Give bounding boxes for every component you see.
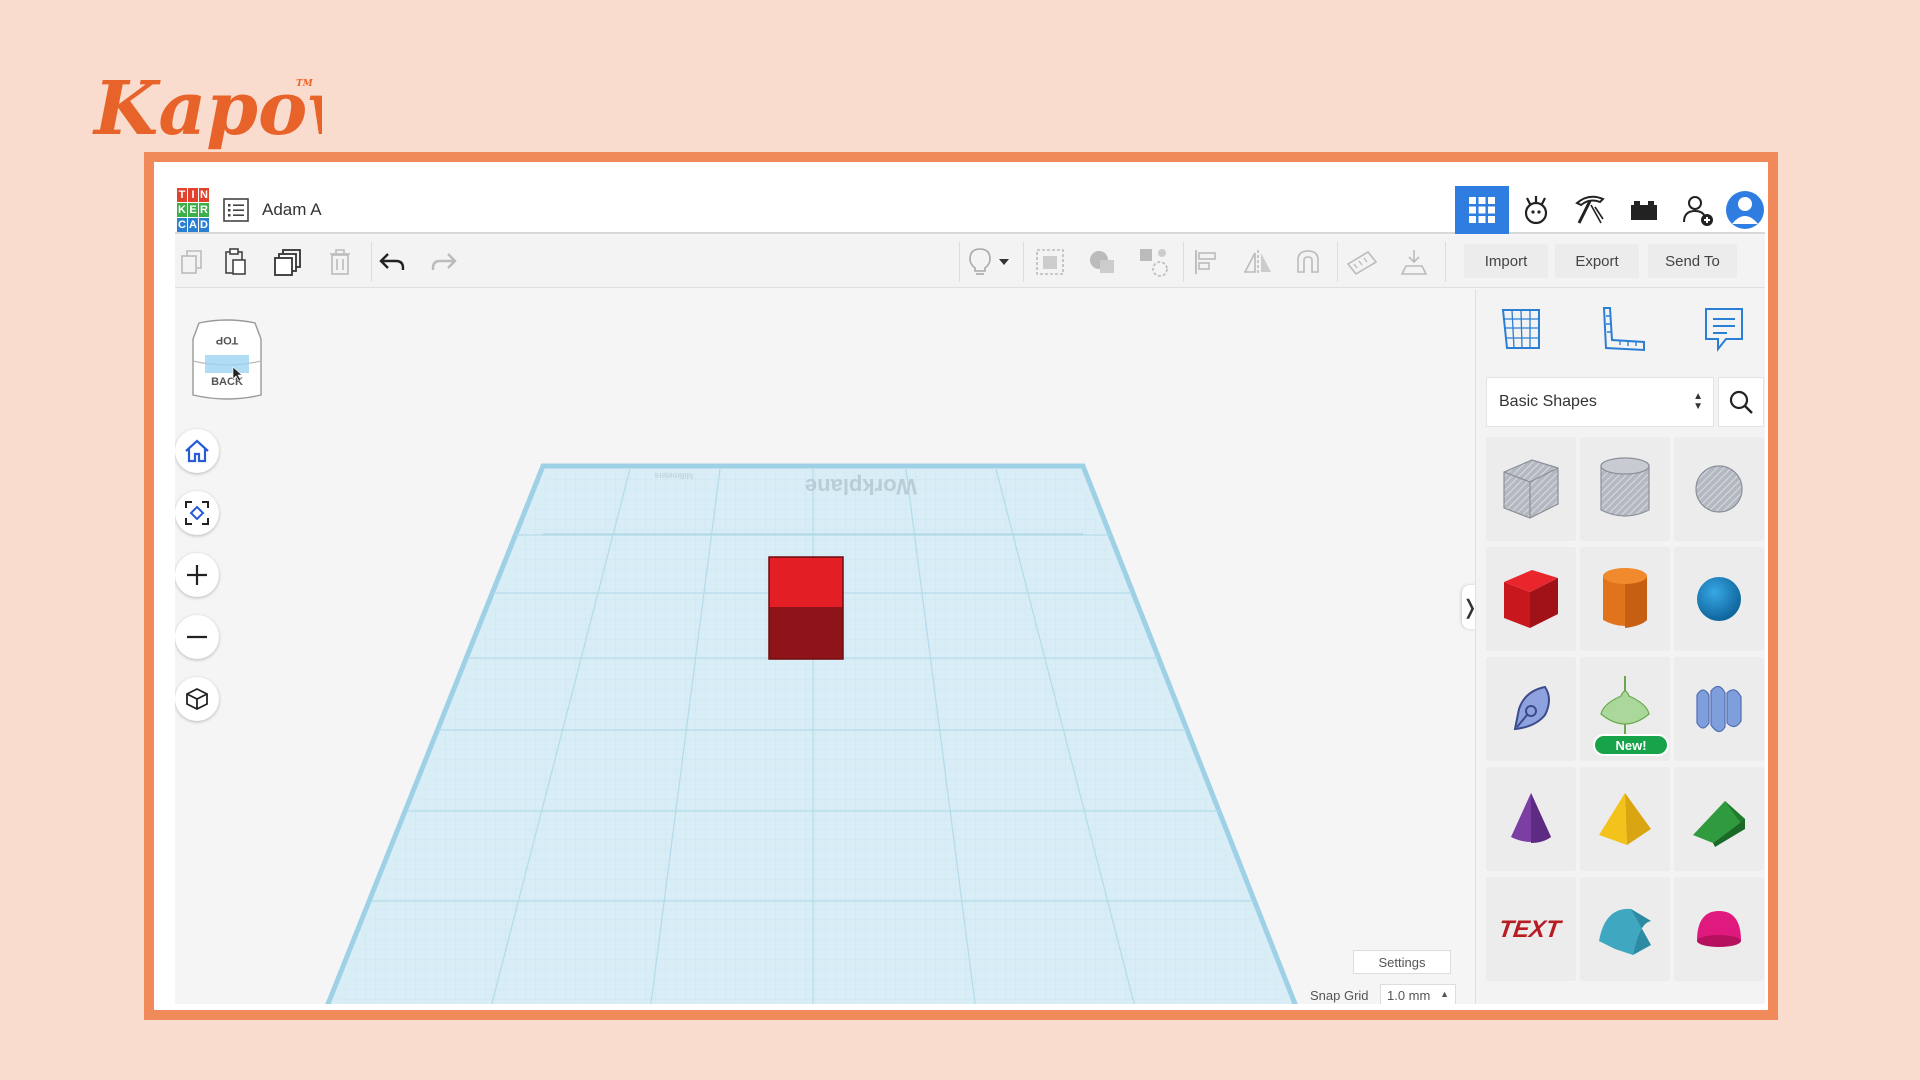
caret-up-icon: ▲ — [1440, 989, 1449, 999]
snap-grid-label: Snap Grid — [1310, 988, 1369, 1003]
shape-scribble[interactable] — [1486, 657, 1576, 761]
tinkercad-app: TINKERCAD Adam A Import Export Send To W… — [175, 186, 1765, 1004]
workplane-label: Workplane — [805, 474, 917, 499]
notes-icon[interactable] — [1696, 303, 1752, 355]
zoom-out-icon — [187, 635, 207, 639]
solid-icon[interactable] — [1085, 246, 1119, 278]
top-bar: TINKERCAD Adam A — [175, 186, 1765, 234]
shape-spinning-top[interactable]: New! — [1580, 657, 1670, 761]
snap-grid-select[interactable]: 1.0 mm ▲ — [1380, 984, 1456, 1004]
shape-category-select[interactable]: Basic Shapes ▲ ▼ — [1486, 377, 1714, 427]
new-badge: New! — [1593, 734, 1669, 756]
lightbulb-icon[interactable] — [963, 246, 997, 278]
video-frame: TINKERCAD Adam A Import Export Send To W… — [144, 152, 1778, 1020]
redo-icon[interactable] — [427, 246, 461, 278]
red-cube[interactable] — [768, 556, 844, 660]
zoom-in-icon — [187, 565, 207, 585]
kapow-logo-text: Kapow — [92, 66, 322, 152]
workplane-grid-icon[interactable] — [1494, 303, 1550, 355]
ruler-tool-icon[interactable] — [1596, 303, 1652, 355]
logo-letter: R — [199, 203, 209, 217]
copy-icon[interactable] — [175, 246, 209, 278]
home-view-button[interactable] — [175, 429, 219, 473]
design-name[interactable]: Adam A — [262, 200, 322, 220]
user-avatar-icon[interactable] — [1725, 186, 1765, 234]
blocks-icon[interactable] — [1509, 186, 1563, 234]
magnet-icon[interactable] — [1291, 246, 1325, 278]
fit-view-icon — [185, 501, 209, 525]
logo-letter: C — [177, 218, 187, 232]
align-icon[interactable] — [1189, 246, 1223, 278]
shape-pyramid[interactable] — [1580, 767, 1670, 871]
minecraft-pickaxe-icon[interactable] — [1563, 186, 1617, 234]
shape-paraboloid[interactable] — [1674, 877, 1764, 981]
panel-tabs — [1476, 289, 1765, 369]
view-cube[interactable]: TOP BACK — [189, 317, 265, 409]
logo-letter: K — [177, 203, 187, 217]
3d-viewport[interactable]: Workplane Millimeters TOP BACK ❭ Setting… — [175, 289, 1478, 1004]
top-right-icons — [1455, 186, 1765, 234]
ruler-icon[interactable] — [1345, 246, 1379, 278]
kapow-logo: Kapow TM — [92, 66, 322, 152]
viewcube-top-label: TOP — [216, 334, 238, 346]
perspective-icon — [186, 687, 208, 711]
logo-letter: T — [177, 188, 187, 202]
shape-search-button[interactable] — [1718, 377, 1764, 427]
shape-cone[interactable] — [1486, 767, 1576, 871]
delete-icon[interactable] — [323, 246, 357, 278]
workplane[interactable]: Workplane Millimeters — [175, 289, 1475, 1004]
logo-letter: N — [199, 188, 209, 202]
shape-sphere-hole[interactable] — [1674, 437, 1764, 541]
shape-sphere[interactable] — [1674, 547, 1764, 651]
snap-grid-value: 1.0 mm — [1387, 987, 1431, 1003]
shape-wedge[interactable] — [1674, 767, 1764, 871]
shape-half-cylinder[interactable] — [1580, 877, 1670, 981]
text-shape-label: TEXT — [1498, 916, 1564, 943]
tinkercad-logo[interactable]: TINKERCAD — [177, 188, 209, 234]
undo-icon[interactable] — [375, 246, 409, 278]
fit-view-button[interactable] — [175, 491, 219, 535]
perspective-button[interactable] — [175, 677, 219, 721]
zoom-out-button[interactable] — [175, 615, 219, 659]
hole-icon[interactable] — [1033, 246, 1067, 278]
home-icon — [185, 439, 209, 463]
logo-letter: E — [188, 203, 198, 217]
select-arrows-icon: ▲ ▼ — [1693, 391, 1703, 412]
logo-letter: I — [188, 188, 198, 202]
design-menu-icon[interactable] — [223, 198, 249, 222]
logo-letter: D — [199, 218, 209, 232]
workplane-drop-icon[interactable] — [1397, 246, 1431, 278]
dropdown-caret-icon[interactable] — [993, 246, 1015, 278]
shape-text[interactable]: TEXT — [1486, 877, 1576, 981]
lego-bricks-icon[interactable] — [1617, 186, 1671, 234]
shape-category-value: Basic Shapes — [1499, 393, 1597, 410]
toolbar: Import Export Send To — [175, 236, 1765, 288]
zoom-in-button[interactable] — [175, 553, 219, 597]
shape-text-wave[interactable] — [1674, 657, 1764, 761]
add-user-icon[interactable] — [1671, 186, 1725, 234]
grid-view-icon[interactable] — [1455, 186, 1509, 234]
group-icon[interactable] — [1137, 246, 1171, 278]
logo-letter: A — [188, 218, 198, 232]
shape-cylinder[interactable] — [1580, 547, 1670, 651]
kapow-trademark: TM — [296, 79, 314, 89]
shape-cylinder-hole[interactable] — [1580, 437, 1670, 541]
export-button[interactable]: Export — [1555, 244, 1639, 278]
shape-box[interactable] — [1486, 547, 1576, 651]
send-to-button[interactable]: Send To — [1648, 244, 1737, 278]
duplicate-icon[interactable] — [271, 246, 305, 278]
import-button[interactable]: Import — [1464, 244, 1548, 278]
shape-box-hole[interactable] — [1486, 437, 1576, 541]
paste-icon[interactable] — [219, 246, 253, 278]
shapes-panel: Basic Shapes ▲ ▼ New! TEXT — [1475, 289, 1765, 1004]
settings-button[interactable]: Settings — [1353, 950, 1451, 974]
workplane-units: Millimeters — [655, 471, 693, 480]
search-icon — [1729, 390, 1753, 414]
mirror-icon[interactable] — [1241, 246, 1275, 278]
